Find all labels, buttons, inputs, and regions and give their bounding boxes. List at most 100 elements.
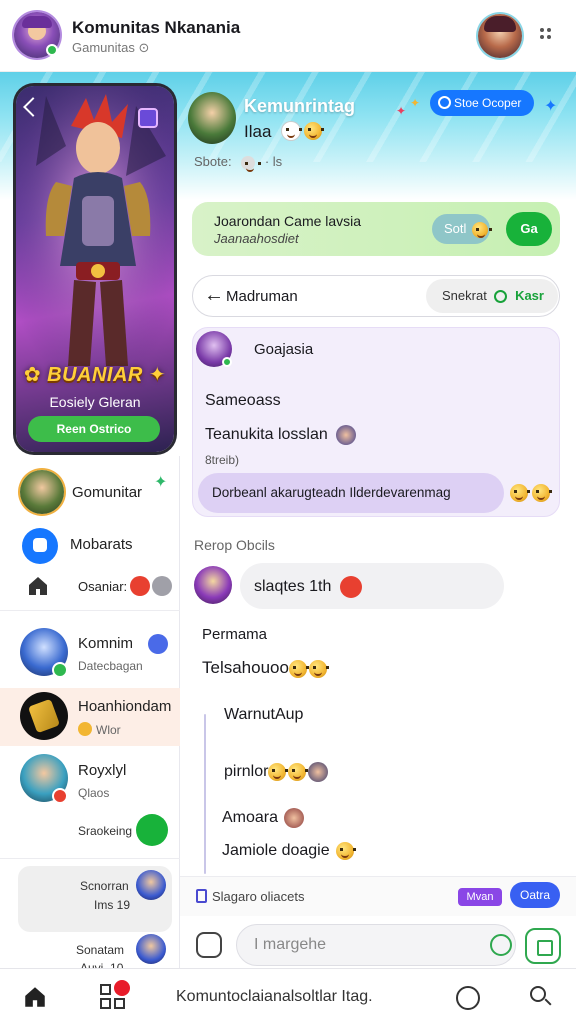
mode-pill-text: Snekrat	[442, 288, 487, 303]
thread-label: Jamiole doagie	[222, 842, 356, 860]
badge-icon	[138, 108, 158, 128]
back-arrow-icon[interactable]: ←	[204, 284, 224, 307]
message-line: Sameoass	[205, 392, 281, 409]
apps-icon[interactable]	[100, 980, 130, 1010]
hero-character-illustration	[16, 86, 174, 376]
message-sender-name: Goajasia	[254, 341, 314, 358]
thread-label-text: Amoara	[222, 809, 279, 827]
file-icon[interactable]	[196, 889, 207, 903]
page-subtitle: Gamunitas ⊙	[72, 40, 150, 55]
chat-item-sub: Qlaos	[78, 786, 110, 800]
sidebar-item-online[interactable]: Osaniar:	[78, 579, 127, 594]
thread-label-text: Jamiole doagie	[222, 842, 330, 860]
chat-avatar[interactable]	[20, 692, 68, 740]
sidebar-card-avatar	[136, 870, 166, 900]
chat-item-name[interactable]: Royxlyl	[78, 762, 126, 779]
chat-item-name[interactable]: Hoanhiondam	[78, 698, 171, 715]
message-input-placeholder: I margehe	[254, 936, 327, 953]
divider	[0, 858, 180, 859]
hero-subtitle: Eosiely Gleran	[49, 394, 141, 410]
verified-icon	[148, 634, 168, 654]
check-icon	[494, 290, 508, 304]
coin-icon	[78, 722, 92, 736]
status-extra: · ls	[264, 154, 283, 169]
game-invite-action-button[interactable]: Ga	[506, 212, 552, 246]
chat-item-name[interactable]: Komnim	[78, 635, 133, 652]
mode-pill[interactable]: Snekrat Kasr	[426, 279, 558, 313]
more-menu-icon[interactable]	[538, 26, 554, 42]
game-invite-card[interactable]	[192, 202, 560, 256]
top-bar: Komunitas Nkanania Gamunitas ⊙	[0, 0, 576, 72]
message-line: Teanukita losslan	[205, 425, 357, 445]
sidebar-item-members[interactable]: Mobarats	[70, 536, 133, 553]
hero-card[interactable]: ✿ BUANIAR ✦ Eosiely Gleran Reen Ostrico	[16, 86, 174, 452]
home-icon[interactable]	[22, 984, 48, 1010]
sidebar-item-community[interactable]: Gomunitar	[72, 484, 142, 501]
game-invite-title: Joarondan Came lavsia	[214, 213, 362, 229]
thread-label: WarnutAup	[224, 706, 304, 723]
reply-section-header: Rerop Obcils	[194, 537, 275, 553]
notification-dot	[52, 788, 68, 804]
message-time: 8treib)	[205, 453, 240, 467]
sticker-icon[interactable]	[196, 932, 222, 958]
hero-title: ✿ BUANIAR ✦	[23, 364, 167, 386]
search-icon[interactable]	[530, 986, 554, 1010]
reaction-icons[interactable]	[510, 484, 553, 502]
sidebar-card-title: Sonatam	[76, 943, 125, 957]
send-button[interactable]	[525, 928, 561, 964]
notification-badge	[114, 980, 130, 996]
sparkle-icon: ✦	[544, 98, 558, 115]
thread-label-text: Telsahouoo	[202, 658, 289, 677]
thread-label: Telsahouoo	[202, 658, 329, 678]
message-line-text: Teanukita losslan	[205, 426, 328, 444]
community-item-avatar[interactable]	[20, 470, 64, 514]
reply-bubble-text: slaqtes 1th	[254, 576, 362, 598]
composer-label: Slagaro oliacets	[212, 889, 305, 904]
mode-label: Madruman	[226, 288, 298, 305]
thread-label: Permama	[202, 626, 268, 643]
thread-label: pirnlor	[224, 762, 329, 782]
reply-text: slaqtes 1th	[254, 578, 332, 596]
home-icon[interactable]	[26, 574, 50, 598]
online-dot	[222, 357, 232, 367]
online-dot	[46, 44, 58, 56]
online-avatars	[130, 576, 172, 596]
members-icon[interactable]	[22, 528, 58, 564]
follow-button[interactable]: Stoe Ocoper	[430, 90, 534, 116]
chat-item-sub: Wlor	[96, 723, 121, 737]
status-label: Sbote:	[194, 154, 232, 169]
online-dot	[52, 662, 68, 678]
sparkle-icon: ✦	[154, 474, 168, 491]
inline-avatar	[336, 425, 357, 445]
reply-avatar[interactable]	[194, 566, 232, 604]
sparkle-icon: ✦	[396, 104, 407, 118]
sidebar-card-title: Scnorran	[80, 879, 129, 893]
thread-label: Amoara	[222, 808, 305, 828]
bottom-nav-text: Komuntoclaianalsoltlar Itag.	[176, 988, 373, 1005]
message-bubble-text: Dorbeanl akarugteadn Ilderdevarenmag	[212, 485, 451, 500]
page-title: Komunitas Nkanania	[72, 18, 241, 37]
sidebar-card-avatar	[136, 934, 166, 964]
game-invite-pill[interactable]: Sotl	[432, 214, 493, 244]
tag-blue[interactable]: Oatra	[510, 882, 560, 908]
game-invite-sub: Jaanaahosdiet	[214, 231, 299, 246]
tag-purple[interactable]: Mvan	[458, 888, 502, 906]
sidebar-card-sub: Ims 19	[94, 898, 131, 912]
follow-button-label: Stoe Ocoper	[454, 96, 522, 110]
fire-icon	[339, 576, 362, 598]
profile-avatar[interactable]	[478, 14, 522, 58]
chat-header-avatar[interactable]	[188, 92, 236, 144]
chat-header-sub: Ilaa	[244, 122, 272, 141]
mode-pill-accent: Kasr	[515, 288, 544, 303]
sparkle-icon: ✦	[410, 96, 421, 110]
input-emoji-icon[interactable]	[490, 934, 512, 956]
thread-connector	[204, 714, 206, 874]
game-controller-button[interactable]	[136, 814, 168, 846]
chat-item-sub: Datecbagan	[78, 659, 143, 673]
thread-label-text: pirnlor	[224, 763, 269, 781]
smile-icon[interactable]	[456, 986, 480, 1010]
emoji-icons	[282, 122, 325, 140]
hero-action-button[interactable]: Reen Ostrico	[28, 416, 160, 442]
follow-icon	[438, 96, 451, 109]
chat-header-name: Kemunrintag	[244, 96, 356, 116]
